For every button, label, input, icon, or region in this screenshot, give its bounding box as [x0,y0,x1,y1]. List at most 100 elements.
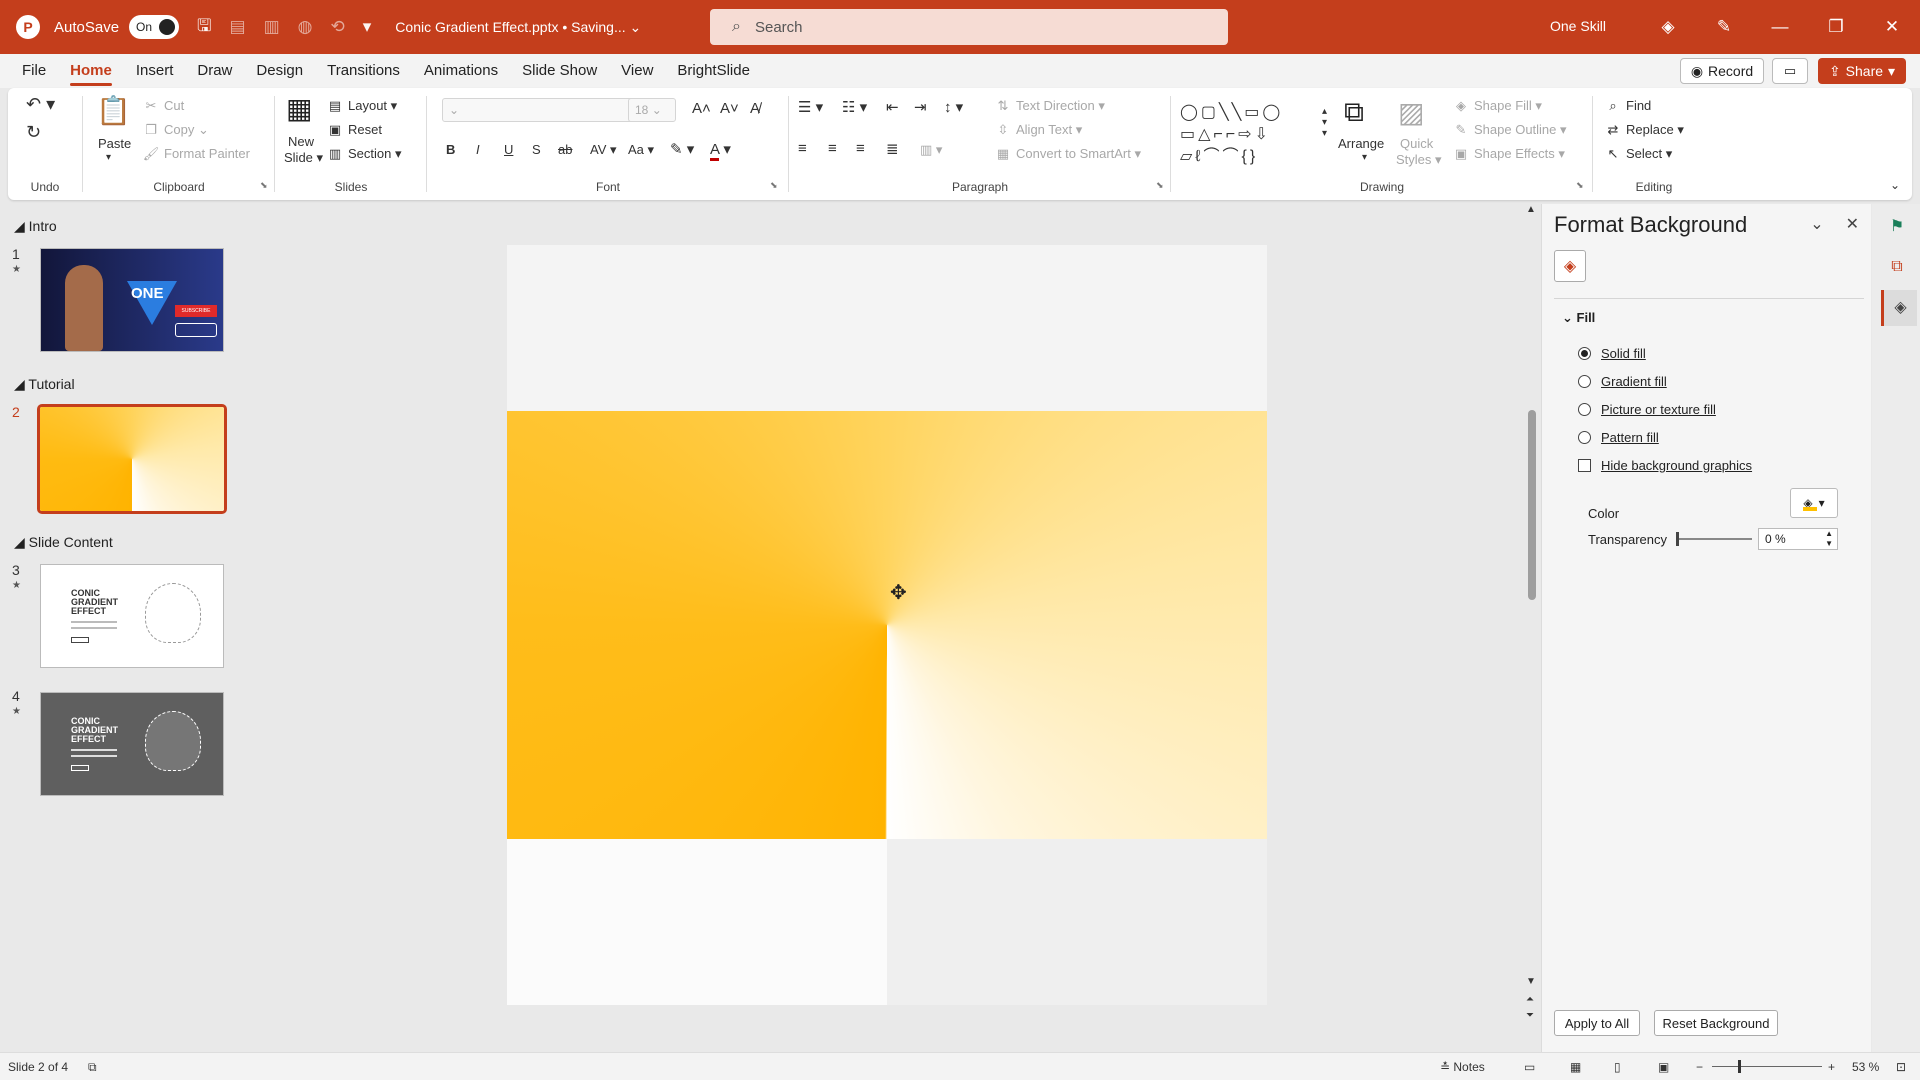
transparency-slider[interactable] [1676,532,1752,546]
quick-access-icon[interactable]: ▤ [230,17,246,37]
minimize-icon[interactable]: — [1752,17,1808,37]
char-spacing-icon[interactable]: AV ▾ [590,142,617,158]
color-picker-button[interactable]: ◈ ▾ [1790,488,1838,518]
notes-button[interactable]: ≛ Notes [1440,1060,1485,1074]
fit-to-window-icon[interactable]: ⊡ [1896,1060,1906,1074]
spinner-arrows-icon[interactable]: ▲ ▼ [1825,529,1833,549]
tab-draw[interactable]: Draw [197,54,232,88]
shape-format-icon[interactable]: ⧉ [1884,254,1910,280]
highlight-icon[interactable]: ✎ ▾ [670,140,694,158]
slideshow-icon[interactable]: ▣ [1658,1060,1669,1074]
zoom-out-icon[interactable]: − [1696,1060,1703,1074]
font-size-input[interactable]: 18 ⌄ [628,98,676,122]
increase-indent-icon[interactable]: ⇥ [914,98,927,116]
vertical-scrollbar[interactable]: ▲ ▼ ⏶ ⏷ [1524,204,1540,1024]
designer-icon[interactable]: ⚑ [1884,214,1910,240]
paste-icon[interactable]: 📋 [96,94,131,127]
quick-styles-button-line2[interactable]: Styles ▾ [1396,152,1442,168]
comments-button[interactable]: ▭ [1772,58,1808,84]
pen-icon[interactable]: ✎ [1696,17,1752,37]
columns-icon[interactable]: ▥ ▾ [920,142,942,158]
tab-transitions[interactable]: Transitions [327,54,400,88]
tab-view[interactable]: View [621,54,653,88]
align-left-icon[interactable]: ≡ [798,140,807,157]
new-slide-button[interactable]: New [288,134,314,149]
italic-icon[interactable]: I [476,142,480,157]
pattern-fill-radio[interactable] [1578,431,1591,444]
tab-design[interactable]: Design [256,54,303,88]
align-center-icon[interactable]: ≡ [828,140,837,157]
picture-fill-option[interactable]: Picture or texture fill [1578,402,1716,417]
shape-outline-button[interactable]: ✎ Shape Outline ▾ [1452,122,1567,138]
line-spacing-icon[interactable]: ↕ ▾ [944,98,963,116]
copy-button[interactable]: ❐ Copy ⌄ [142,122,209,138]
shrink-font-icon[interactable]: A˅ [720,100,739,117]
slide-canvas[interactable] [507,245,1267,1005]
picture-fill-radio[interactable] [1578,403,1591,416]
layout-button[interactable]: ▤ Layout ▾ [326,98,397,114]
zoom-in-icon[interactable]: + [1828,1060,1835,1074]
zoom-knob[interactable] [1738,1060,1741,1073]
tab-animations[interactable]: Animations [424,54,498,88]
numbering-icon[interactable]: ☷ ▾ [842,98,867,116]
apply-to-all-button[interactable]: Apply to All [1554,1010,1640,1036]
solid-fill-radio[interactable] [1578,347,1591,360]
conic-gradient-rectangle[interactable] [507,411,1267,839]
normal-view-icon[interactable]: ▭ [1524,1060,1535,1074]
bullets-icon[interactable]: ☰ ▾ [798,98,823,116]
slide-thumbnail-1[interactable]: ONE SUBSCRIBE [40,248,224,352]
text-direction-button[interactable]: ⇅ Text Direction ▾ [994,98,1105,114]
record-button[interactable]: ◉ Record [1680,58,1764,84]
tab-slide-show[interactable]: Slide Show [522,54,597,88]
font-color-icon[interactable]: A ▾ [710,140,731,161]
section-slide-content[interactable]: ◢ Slide Content [14,534,113,551]
find-button[interactable]: ⌕ Find [1604,98,1651,114]
slide-thumbnail-4[interactable]: CONIC GRADIENT EFFECT [40,692,224,796]
section-button[interactable]: ▥ Section ▾ [326,146,402,162]
new-slide-button-line2[interactable]: Slide ▾ [284,150,323,166]
replace-button[interactable]: ⇄ Replace ▾ [1604,122,1684,138]
format-background-icon[interactable]: ◈ [1881,290,1917,326]
user-name[interactable]: One Skill [1550,18,1606,34]
quick-styles-icon[interactable]: ▨ [1398,96,1424,129]
undo-icon[interactable]: ↶ ▾ [26,94,55,115]
tab-brightslide[interactable]: BrightSlide [677,54,750,88]
reading-view-icon[interactable]: ▯ [1614,1060,1621,1074]
slide-sorter-icon[interactable]: ▦ [1570,1060,1581,1074]
shape-effects-button[interactable]: ▣ Shape Effects ▾ [1452,146,1565,162]
justify-icon[interactable]: ≣ [886,140,899,158]
shadow-icon[interactable]: S [532,142,541,157]
scrollbar-thumb[interactable] [1528,410,1536,600]
convert-smartart-button[interactable]: ▦ Convert to SmartArt ▾ [994,146,1141,162]
reset-background-button[interactable]: Reset Background [1654,1010,1778,1036]
underline-icon[interactable]: U [504,142,513,157]
strikethrough-icon[interactable]: ab [558,142,572,157]
previous-slide-icon[interactable]: ⏶ [1526,994,1534,1005]
autosave-toggle[interactable]: On [129,15,180,39]
select-button[interactable]: ↖ Select ▾ [1604,146,1673,162]
bold-icon[interactable]: B [446,142,455,157]
scroll-down-icon[interactable]: ▼ [1526,976,1536,987]
pane-options-icon[interactable]: ⌄ [1810,214,1823,234]
close-icon[interactable]: ✕ [1864,17,1920,37]
chevron-down-icon[interactable]: ▾ [106,152,111,163]
customize-qat-icon[interactable]: ▾ [363,17,372,37]
tab-home[interactable]: Home [70,54,112,88]
gradient-fill-option[interactable]: Gradient fill [1578,374,1667,389]
search-box[interactable]: ⌕ Search [710,9,1228,45]
decrease-indent-icon[interactable]: ⇤ [886,98,899,116]
tab-file[interactable]: File [22,54,46,88]
format-painter-button[interactable]: 🖌 Format Painter [142,146,250,162]
gallery-scroll-icon[interactable]: ▴ ▾ ▾ [1322,106,1327,139]
paste-button[interactable]: Paste [98,136,131,151]
premium-diamond-icon[interactable]: ◈ [1640,17,1696,37]
accessibility-icon[interactable]: ⧉ [88,1060,97,1075]
font-name-input[interactable]: ⌄ [442,98,634,122]
dialog-launcher-icon[interactable]: ⬊ [770,180,778,191]
section-intro[interactable]: ◢ Intro [14,218,57,235]
shapes-gallery[interactable]: ◯▢╲╲▭◯ ▭△⌐⌐⇨⇩ ▱ℓ⌒⌒{} [1180,102,1310,168]
slider-knob[interactable] [1676,532,1679,546]
dialog-launcher-icon[interactable]: ⬊ [1156,180,1164,191]
section-tutorial[interactable]: ◢ Tutorial [14,376,75,393]
pattern-fill-option[interactable]: Pattern fill [1578,430,1659,445]
